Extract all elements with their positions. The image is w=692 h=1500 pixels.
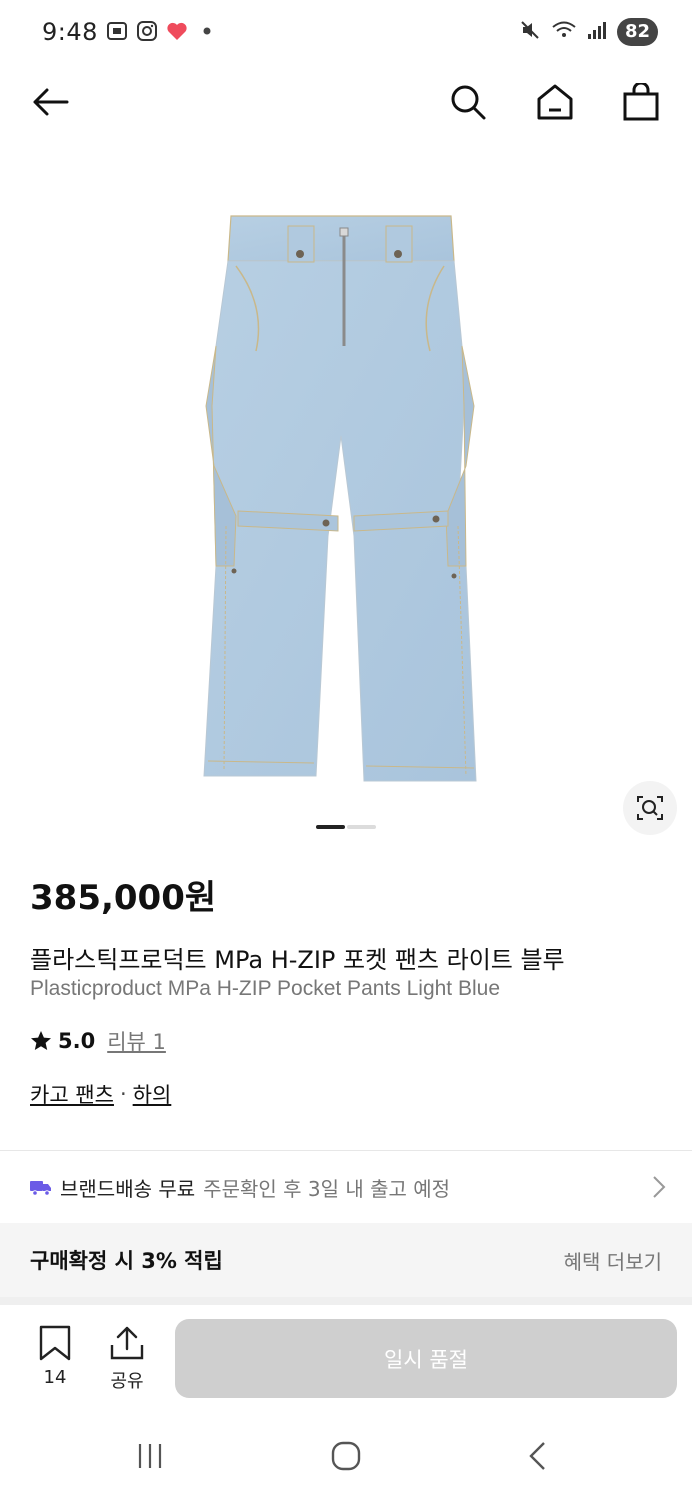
rating-row: 5.0 리뷰 1 [30, 1026, 166, 1056]
home-icon [537, 84, 573, 120]
home-button[interactable] [533, 80, 577, 124]
status-system-icons: 82 [519, 18, 658, 46]
system-navigation-bar [0, 1411, 692, 1500]
image-search-button[interactable] [623, 781, 677, 835]
section-spacer [0, 1297, 692, 1305]
truck-icon [30, 1181, 51, 1196]
search-button[interactable] [446, 80, 490, 124]
category-breadcrumb: 카고 팬츠 · 하의 [30, 1079, 171, 1109]
product-title-english: Plasticproduct MPa H-ZIP Pocket Pants Li… [30, 977, 500, 1000]
bottom-action-bar: 14 공유 일시 품절 [0, 1305, 692, 1411]
shopping-bag-button[interactable] [619, 80, 663, 124]
share-icon [110, 1326, 144, 1360]
dot-icon [196, 20, 218, 42]
bookmark-icon [39, 1325, 71, 1361]
carousel-dot [347, 825, 376, 829]
jeans-image [203, 215, 477, 782]
category-separator: · [119, 1082, 127, 1106]
shipping-info-row[interactable]: 브랜드배송 무료 주문확인 후 3일 내 출고 예정 [0, 1151, 692, 1223]
chevron-right-icon [653, 1176, 666, 1198]
share-button[interactable]: 공유 [98, 1325, 156, 1393]
review-link[interactable]: 리뷰 1 [107, 1026, 166, 1056]
share-label: 공유 [110, 1371, 144, 1392]
status-bar: 9:48 82 [0, 0, 692, 66]
screenshot-icon [106, 20, 128, 42]
wishlist-count: 14 [43, 1367, 67, 1388]
battery-indicator: 82 [616, 18, 658, 46]
system-home-button[interactable] [326, 1439, 366, 1473]
status-notification-icons [106, 20, 218, 42]
wishlist-button[interactable]: 14 [26, 1325, 84, 1388]
instagram-icon [136, 20, 158, 42]
search-icon [451, 85, 486, 120]
heart-icon [166, 20, 188, 42]
top-navigation [0, 70, 692, 134]
home-circle-icon [331, 1441, 361, 1471]
recent-apps-button[interactable] [130, 1439, 170, 1473]
back-arrow-icon [33, 88, 69, 116]
sold-out-button[interactable]: 일시 품절 [175, 1319, 677, 1398]
benefit-title: 구매확정 시 3% 적립 [30, 1249, 223, 1273]
signal-icon [587, 20, 607, 44]
lens-search-icon [637, 796, 663, 820]
back-button[interactable] [28, 80, 72, 124]
category-link-bottoms[interactable]: 하의 [133, 1079, 172, 1109]
wifi-icon [551, 19, 577, 45]
shipping-eta: 주문확인 후 3일 내 출고 예정 [203, 1176, 451, 1201]
product-image[interactable] [0, 186, 692, 806]
carousel-dot-active [316, 825, 345, 829]
status-time: 9:48 [42, 18, 98, 46]
shopping-bag-icon [623, 83, 659, 121]
chevron-left-icon [529, 1442, 545, 1470]
shipping-free-label: 브랜드배송 무료 [60, 1176, 196, 1201]
rating-value: 5.0 [58, 1029, 96, 1053]
recent-apps-icon [138, 1444, 162, 1468]
benefit-row: 구매확정 시 3% 적립 혜택 더보기 [0, 1223, 692, 1297]
mute-icon [519, 19, 541, 45]
product-title-korean: 플라스틱프로덕트 MPa H-ZIP 포켓 팬츠 라이트 블루 [30, 946, 565, 974]
benefit-more-link[interactable]: 혜택 더보기 [564, 1246, 662, 1275]
carousel-indicator [316, 825, 376, 829]
star-icon [31, 1031, 51, 1050]
product-price: 385,000원 [30, 878, 217, 918]
system-back-button[interactable] [520, 1439, 554, 1473]
category-link-cargo-pants[interactable]: 카고 팬츠 [30, 1079, 114, 1109]
